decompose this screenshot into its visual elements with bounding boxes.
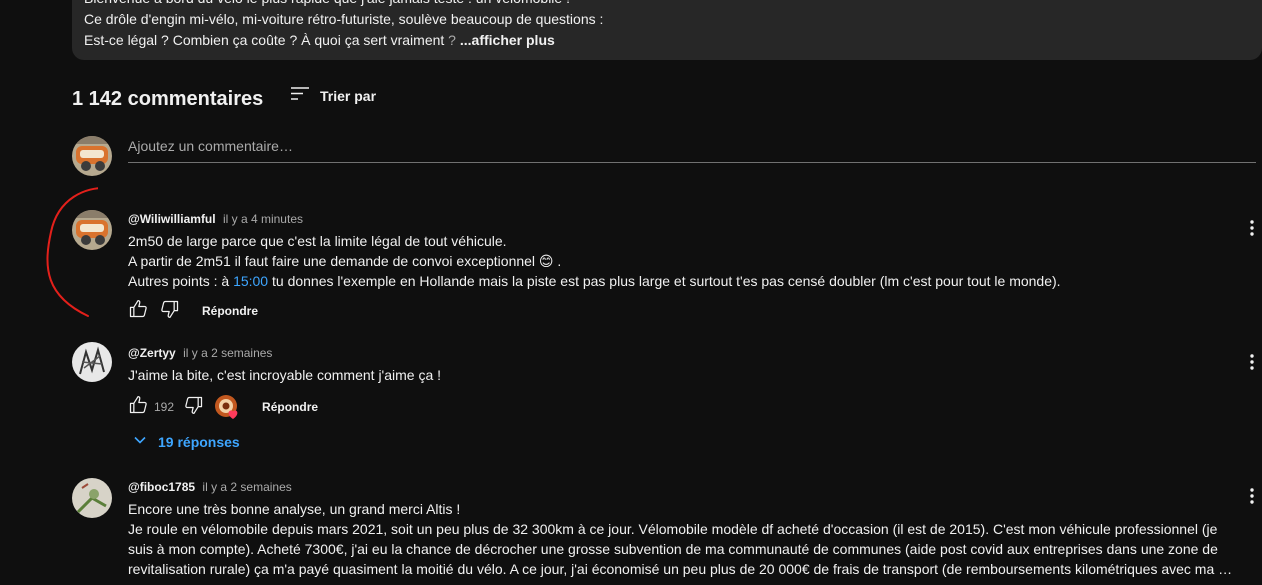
comment-text: J'aime la bite, c'est incroyable comment… (128, 365, 441, 385)
description-line-1: Bienvenue à bord du vélo le plus rapide … (84, 0, 570, 8)
sort-label: Trier par (320, 88, 377, 104)
more-vert-icon (1250, 487, 1254, 509)
comment-avatar[interactable] (72, 342, 112, 382)
like-button[interactable] (126, 299, 150, 323)
comment-line-part: Autres points : à (128, 273, 234, 289)
description-line-2: Ce drôle d'engin mi-vélo, mi-voiture rét… (84, 11, 604, 27)
comment-avatar[interactable] (72, 210, 112, 250)
comment-text: Encore une très bonne analyse, un grand … (128, 499, 1232, 579)
comment-line-part: tu donnes l'exemple en Hollande mais la … (268, 273, 1061, 289)
comment-text: 2m50 de large parce que c'est la limite … (128, 231, 1061, 291)
comment-menu-button[interactable] (1244, 218, 1260, 242)
like-count: 192 (154, 400, 175, 414)
comment-line: Je roule en vélomobile depuis mars 2021,… (128, 521, 1218, 537)
comment-line: suis à mon compte). Acheté 7300€, j'ai e… (128, 541, 1218, 557)
like-button[interactable] (126, 395, 150, 419)
add-comment-field[interactable] (128, 136, 1256, 163)
replies-label: 19 réponses (158, 433, 240, 450)
more-vert-icon (1250, 353, 1254, 375)
comment-menu-button[interactable] (1244, 352, 1260, 376)
add-comment-input[interactable] (128, 136, 1256, 160)
sort-button[interactable]: Trier par (288, 84, 376, 108)
comment-item: @fiboc1785 il y a 2 semaines Encore une … (0, 476, 1262, 585)
comment-time[interactable]: il y a 2 semaines (202, 480, 291, 494)
more-vert-icon (1250, 219, 1254, 241)
show-more-link[interactable]: ...afficher plus (460, 32, 555, 48)
sort-icon (288, 82, 312, 111)
comment-line: Autres points : à 15:00 tu donnes l'exem… (128, 271, 1061, 291)
thumb-down-icon (184, 395, 204, 420)
comment-author[interactable]: @Wiliwilliamful (128, 212, 216, 226)
dislike-button[interactable] (182, 395, 206, 419)
comments-count: 1 142 commentaires (72, 88, 264, 110)
description-text: Est-ce légal ? Combien ça coûte ? À quoi… (84, 32, 445, 48)
thumb-up-icon (128, 299, 148, 324)
comment-actions: 192 Répondre (126, 395, 318, 419)
reply-button[interactable]: Répondre (202, 304, 258, 318)
timestamp-link[interactable]: 15:00 (233, 273, 268, 289)
comment-avatar[interactable] (72, 478, 112, 518)
comment-line: J'aime la bite, c'est incroyable comment… (128, 367, 442, 383)
comment-item: @Wiliwilliamful il y a 4 minutes 2m50 de… (0, 208, 1262, 324)
comment-time[interactable]: il y a 2 semaines (183, 346, 272, 360)
comment-author[interactable]: @Zertyy (128, 346, 176, 360)
reply-button[interactable]: Répondre (262, 400, 318, 414)
comment-time[interactable]: il y a 4 minutes (223, 212, 303, 226)
description-line-3: Est-ce légal ? Combien ça coûte ? À quoi… (84, 30, 555, 50)
comment-menu-button[interactable] (1244, 486, 1260, 510)
comment-line: revitalisation rurale) ça m'a payé quasi… (128, 561, 1233, 577)
creator-heart-badge (214, 394, 240, 420)
comment-author[interactable]: @fiboc1785 (128, 480, 195, 494)
comment-line: A partir de 2m51 il faut faire une deman… (128, 253, 562, 269)
description-question: ? (444, 32, 456, 48)
thumb-up-icon (128, 395, 148, 420)
comment-line: 2m50 de large parce que c'est la limite … (128, 233, 507, 249)
user-avatar (72, 136, 112, 176)
comment-item: @Zertyy il y a 2 semaines J'aime la bite… (0, 342, 1262, 462)
comment-actions: Répondre (126, 299, 258, 323)
chevron-down-icon (132, 432, 148, 451)
view-replies-button[interactable]: 19 réponses (132, 432, 240, 451)
thumb-down-icon (160, 299, 180, 324)
comment-line: Encore une très bonne analyse, un grand … (128, 501, 461, 517)
dislike-button[interactable] (158, 299, 182, 323)
